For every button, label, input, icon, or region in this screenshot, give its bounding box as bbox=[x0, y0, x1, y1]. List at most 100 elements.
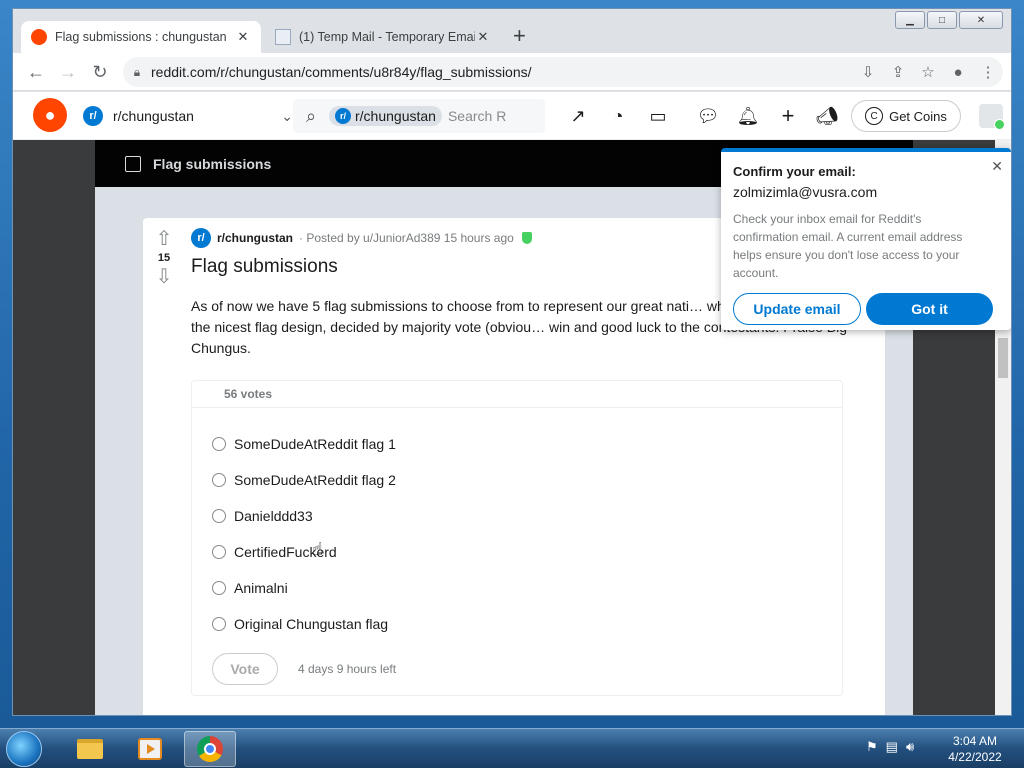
tab-close-icon[interactable]: ✕ bbox=[235, 29, 251, 45]
poll-time-left: 4 days 9 hours left bbox=[298, 662, 397, 676]
upvote-icon[interactable]: ⇧ bbox=[151, 228, 177, 250]
update-email-button[interactable]: Update email bbox=[733, 293, 861, 325]
browser-toolbar: ← → ↻ 🔒︎ reddit.com/r/chungustan/comment… bbox=[13, 53, 1011, 91]
post-document-icon bbox=[125, 155, 141, 172]
window-controls: ▁ □ ✕ bbox=[895, 11, 1003, 29]
post-title: Flag submissions bbox=[191, 256, 338, 277]
address-bar[interactable]: 🔒︎ reddit.com/r/chungustan/comments/u8r8… bbox=[123, 57, 1003, 87]
scrollbar-thumb[interactable] bbox=[998, 338, 1008, 378]
install-icon[interactable]: ⇩ bbox=[853, 63, 883, 81]
stats-icon[interactable]: ◔ bbox=[606, 104, 630, 128]
bookmark-star-icon[interactable]: ☆ bbox=[913, 63, 943, 81]
tab-temp-mail[interactable]: (1) Temp Mail - Temporary Email ✕ bbox=[265, 21, 501, 53]
email-confirm-popup: ✕ Confirm your email: zolmizimla@vusra.c… bbox=[721, 148, 1011, 330]
new-tab-button[interactable]: + bbox=[513, 25, 526, 47]
action-center-icon[interactable]: ⚑ bbox=[866, 739, 878, 755]
dimmed-background bbox=[13, 140, 95, 715]
taskbar-explorer[interactable] bbox=[64, 731, 116, 767]
community-icon: r/ bbox=[191, 228, 211, 248]
community-selector[interactable]: r/ r/chungustan ⌄ bbox=[83, 102, 293, 130]
community-icon: r/ bbox=[335, 108, 351, 124]
chevron-down-icon: ⌄ bbox=[281, 107, 293, 124]
create-post-icon[interactable]: + bbox=[776, 104, 800, 128]
radio-icon[interactable] bbox=[212, 437, 226, 451]
community-icon: r/ bbox=[83, 106, 103, 126]
radio-icon[interactable] bbox=[212, 617, 226, 631]
posted-by: · Posted by u/JuniorAd389 15 hours ago bbox=[299, 231, 514, 245]
close-icon[interactable]: ✕ bbox=[991, 158, 1003, 175]
mail-favicon-icon bbox=[275, 29, 291, 45]
post-meta: r/ r/chungustan · Posted by u/JuniorAd38… bbox=[191, 228, 532, 248]
taskbar: ⚑ ▤ 🔊︎ 3:04 AM 4/22/2022 bbox=[0, 728, 1024, 768]
poll-option-label: Original Chungustan flag bbox=[234, 616, 389, 632]
vote-button[interactable]: Vote bbox=[212, 653, 278, 685]
network-icon[interactable]: ▤ bbox=[886, 739, 898, 755]
get-coins-button[interactable]: C Get Coins bbox=[851, 100, 961, 132]
popup-email: zolmizimla@vusra.com bbox=[733, 184, 878, 200]
downvote-icon[interactable]: ⇩ bbox=[151, 266, 177, 288]
video-icon[interactable]: ▭ bbox=[646, 104, 670, 128]
volume-icon[interactable]: 🔊︎ bbox=[906, 739, 914, 755]
reddit-header: ● r/ r/chungustan ⌄ ⌕ r/ r/chungustan Se… bbox=[13, 92, 1011, 140]
poll-option-label: Danielddd33 bbox=[234, 508, 313, 524]
folder-icon bbox=[77, 739, 103, 759]
radio-icon[interactable] bbox=[212, 581, 226, 595]
poll-option[interactable]: SomeDudeAtReddit flag 2 bbox=[212, 472, 396, 488]
poll-vote-count: 56 votes bbox=[192, 381, 842, 408]
radio-icon[interactable] bbox=[212, 473, 226, 487]
get-coins-label: Get Coins bbox=[889, 108, 947, 124]
maximize-button[interactable]: □ bbox=[927, 11, 957, 29]
radio-icon[interactable] bbox=[212, 545, 226, 559]
poll-option[interactable]: SomeDudeAtReddit flag 1 bbox=[212, 436, 396, 452]
url-text[interactable]: reddit.com/r/chungustan/comments/u8r84y/… bbox=[151, 64, 853, 80]
reddit-logo-icon[interactable]: ● bbox=[33, 98, 67, 132]
popup-heading: Confirm your email: bbox=[733, 164, 856, 179]
poll: 56 votes SomeDudeAtReddit flag 1 SomeDud… bbox=[191, 380, 843, 696]
search-scope-chip[interactable]: r/ r/chungustan bbox=[329, 106, 442, 126]
vote-column: ⇧ 15 ⇩ bbox=[151, 228, 177, 288]
subreddit-link[interactable]: r/chungustan bbox=[217, 231, 293, 245]
poll-option[interactable]: Danielddd33 bbox=[212, 508, 313, 524]
tab-reddit[interactable]: Flag submissions : chungustan ✕ bbox=[21, 21, 261, 53]
popular-icon[interactable]: ↗ bbox=[566, 104, 590, 128]
taskbar-media-player[interactable] bbox=[124, 731, 176, 767]
radio-icon[interactable] bbox=[212, 509, 226, 523]
search-icon: ⌕ bbox=[305, 105, 317, 126]
poll-option[interactable]: Original Chungustan flag bbox=[212, 616, 388, 632]
share-icon[interactable]: ⇪ bbox=[883, 63, 913, 81]
back-icon[interactable]: ← bbox=[25, 61, 47, 83]
reload-icon[interactable]: ↻ bbox=[89, 61, 111, 83]
popup-description: Check your inbox email for Reddit's conf… bbox=[733, 212, 963, 280]
chrome-icon bbox=[197, 736, 223, 762]
post-score: 15 bbox=[157, 252, 171, 264]
advertise-megaphone-icon[interactable]: 📣︎ bbox=[815, 104, 839, 128]
menu-kebab-icon[interactable]: ⋮ bbox=[973, 63, 1003, 81]
minimize-button[interactable]: ▁ bbox=[895, 11, 925, 29]
tab-strip: Flag submissions : chungustan ✕ (1) Temp… bbox=[13, 9, 1011, 53]
profile-icon[interactable]: ● bbox=[943, 64, 973, 81]
clock-date: 4/22/2022 bbox=[948, 750, 1002, 764]
chat-icon[interactable]: 💬︎ bbox=[696, 104, 720, 128]
mouse-cursor-icon: ☝︎ bbox=[312, 539, 323, 559]
close-window-button[interactable]: ✕ bbox=[959, 11, 1003, 29]
system-tray: ⚑ ▤ 🔊︎ bbox=[866, 739, 914, 755]
taskbar-chrome[interactable] bbox=[184, 731, 236, 767]
start-button[interactable] bbox=[6, 731, 42, 767]
clock[interactable]: 3:04 AM 4/22/2022 bbox=[940, 733, 1010, 765]
poll-option-label: Animalni bbox=[234, 580, 288, 596]
forward-icon[interactable]: → bbox=[57, 61, 79, 83]
shield-icon bbox=[521, 232, 532, 244]
reddit-favicon-icon bbox=[31, 29, 47, 45]
notification-bell-icon[interactable]: 🔔︎ bbox=[736, 104, 760, 128]
media-player-icon bbox=[138, 738, 162, 760]
poll-option-label: SomeDudeAtReddit flag 2 bbox=[234, 472, 396, 488]
search-input[interactable]: Search R bbox=[448, 108, 506, 124]
tab-close-icon[interactable]: ✕ bbox=[475, 29, 491, 45]
overlay-title: Flag submissions bbox=[153, 155, 272, 172]
avatar[interactable] bbox=[979, 104, 1005, 130]
got-it-button[interactable]: Got it bbox=[866, 293, 993, 325]
poll-option[interactable]: Animalni bbox=[212, 580, 288, 596]
search-box[interactable]: ⌕ r/ r/chungustan Search R bbox=[293, 99, 545, 133]
poll-option-label: SomeDudeAtReddit flag 1 bbox=[234, 436, 396, 452]
tab-title: (1) Temp Mail - Temporary Email bbox=[299, 30, 475, 44]
